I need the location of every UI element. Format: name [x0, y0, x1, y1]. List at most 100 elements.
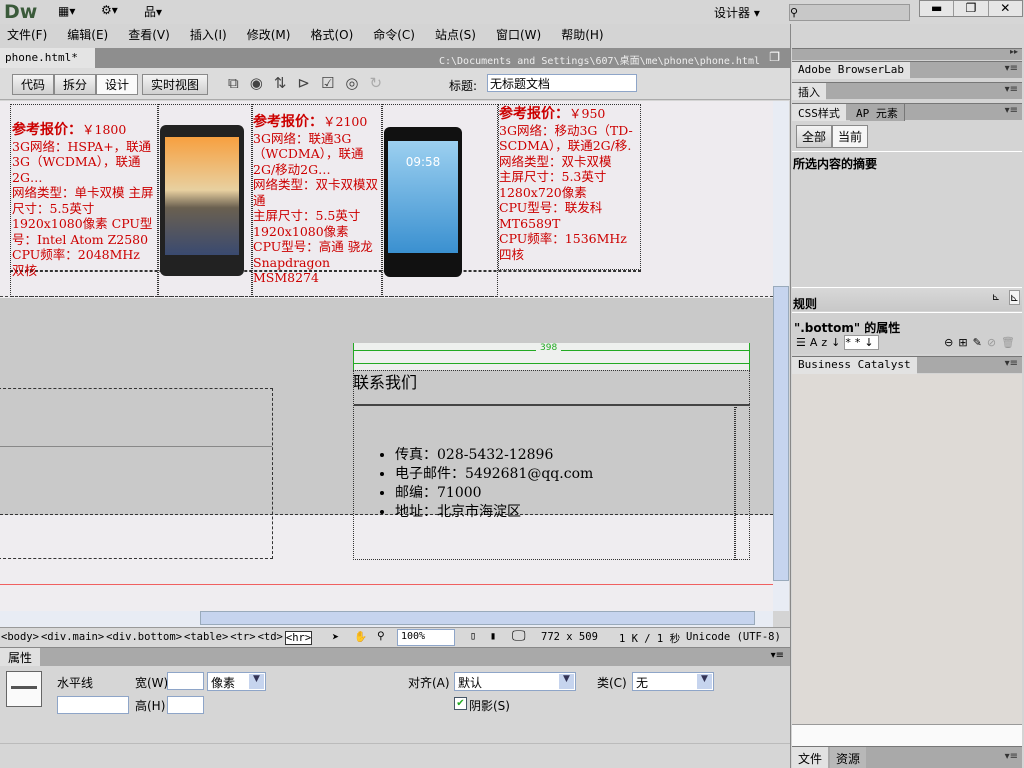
tag-body[interactable]: <body> [1, 631, 39, 645]
hand-tool-icon[interactable]: ✋ [354, 630, 367, 643]
shade-checkbox[interactable]: ✔ [454, 697, 467, 710]
debug-icon[interactable]: ⊳ [297, 74, 321, 92]
preview-globe-icon[interactable]: ◉ [250, 74, 274, 92]
tab-css-styles[interactable]: CSS样式 [792, 104, 846, 121]
menu-help[interactable]: 帮助(H) [561, 28, 603, 42]
panel-menu-icon[interactable]: ▾≡ [1005, 84, 1018, 95]
spec: CPU频率：1536MHz 四核 [499, 231, 627, 262]
panel-menu-icon[interactable]: ▾≡ [771, 650, 784, 661]
site-icon[interactable]: 品▾ [144, 3, 162, 20]
height-input[interactable] [167, 696, 204, 714]
width-value: 398 [536, 343, 562, 353]
minimize-icon[interactable]: ▬ [920, 1, 955, 16]
hr-id-input[interactable] [57, 696, 129, 714]
tag-tr[interactable]: <tr> [230, 631, 255, 645]
pointer-tool-icon[interactable]: ➤ [332, 630, 339, 644]
window-size[interactable]: 772 x 509 [541, 631, 598, 643]
panel-menu-icon[interactable]: ▾≡ [1005, 751, 1018, 762]
show-info-icon[interactable]: ⊾ [1008, 290, 1020, 305]
tab-assets[interactable]: 资源 [830, 747, 867, 768]
phone-size-icon[interactable]: ▯ [470, 630, 476, 642]
tag-div-bottom[interactable]: <div.bottom> [106, 631, 182, 645]
menu-modify[interactable]: 修改(M) [247, 28, 291, 42]
attach-stylesheet-icon[interactable]: ⊖ [944, 336, 958, 349]
menu-insert[interactable]: 插入(I) [190, 28, 227, 42]
align-select[interactable]: 默认 ▼ [454, 672, 576, 691]
tag-hr[interactable]: <hr> [284, 631, 313, 645]
visual-aids-icon[interactable]: ☑ [321, 74, 345, 92]
vertical-scrollbar[interactable] [773, 101, 789, 611]
workspace-switcher[interactable]: 设计器 ▾ [714, 4, 760, 21]
panel-menu-icon[interactable]: ▾≡ [1005, 358, 1018, 369]
split-view-button[interactable]: 拆分 [54, 74, 97, 95]
gear-icon[interactable]: ⚙▾ [101, 3, 118, 17]
current-button[interactable]: 当前 [832, 125, 869, 148]
tab-files[interactable]: 文件 [792, 747, 829, 768]
disable-icon[interactable]: ⊘ [987, 336, 1001, 349]
design-canvas[interactable]: 参考报价：￥1800 3G网络：HSPA+，联通3G（WCDMA），联通2G… 网络… [0, 101, 773, 611]
tab-browserlab[interactable]: Adobe BrowserLab [792, 62, 910, 79]
desktop-size-icon[interactable]: 🖵 [512, 628, 526, 644]
refresh-icon[interactable]: ↻ [370, 74, 394, 92]
collapse-icon[interactable]: ▸▸ [1010, 47, 1018, 56]
title-input[interactable] [487, 74, 637, 92]
properties-pane: ".bottom" 的属性 ☰Az↓**↓ ⊖⊞✎⊘🗑 [792, 312, 1022, 354]
unit-select[interactable]: 像素 ▼ [207, 672, 266, 691]
menu-edit[interactable]: 编辑(E) [67, 28, 108, 42]
trash-icon[interactable]: 🗑 [1001, 336, 1020, 349]
tab-ap-elements[interactable]: AP 元素 [850, 104, 905, 121]
menu-site[interactable]: 站点(S) [435, 28, 476, 42]
close-icon[interactable]: ✕ [989, 1, 1022, 16]
width-input[interactable] [167, 672, 204, 690]
menu-view[interactable]: 查看(V) [128, 28, 170, 42]
class-select[interactable]: 无 ▼ [632, 672, 714, 691]
new-rule-icon[interactable]: ⊞ [958, 336, 972, 349]
cell-border [734, 407, 736, 560]
live-view-button[interactable]: 实时视图 [142, 74, 209, 95]
show-cascade-icon[interactable]: ⊾ [992, 292, 1000, 303]
horizontal-scrollbar[interactable] [0, 611, 773, 627]
restore-icon[interactable]: ❐ [954, 1, 989, 16]
set-properties-icon[interactable]: **↓ [844, 335, 879, 350]
class-value: 无 [636, 676, 649, 690]
alpha-view-icon[interactable]: Az↓ [810, 336, 845, 349]
price-label: 参考报价： [499, 106, 569, 122]
file-manage-icon[interactable]: ⇅ [274, 74, 298, 92]
zoom-tool-icon[interactable]: ⚲ [377, 630, 385, 642]
tag-td[interactable]: <td> [258, 631, 283, 645]
menu-window[interactable]: 窗口(W) [496, 28, 541, 42]
search-icon: ⚲ [790, 6, 799, 19]
tag-div-main[interactable]: <div.main> [41, 631, 104, 645]
workspace-label: 设计器 [714, 6, 751, 20]
tablet-size-icon[interactable]: ▮ [490, 630, 496, 642]
menu-file[interactable]: 文件(F) [7, 28, 47, 42]
check-page-icon[interactable]: ◎ [345, 74, 369, 92]
layout-icon[interactable]: ▦▾ [58, 4, 75, 18]
edit-rule-icon[interactable]: ✎ [973, 336, 987, 349]
tab-phone-html[interactable]: phone.html* ✕ [0, 48, 95, 77]
menu-format[interactable]: 格式(O) [310, 28, 353, 42]
code-view-button[interactable]: 代码 [12, 74, 55, 95]
panel-browserlab: Adobe BrowserLab ▾≡ [792, 61, 1022, 79]
design-view-button[interactable]: 设计 [96, 74, 139, 95]
contact-zip: 邮编：71000 [395, 484, 593, 503]
menu-commands[interactable]: 命令(C) [373, 28, 415, 42]
all-button[interactable]: 全部 [796, 125, 833, 148]
rules-pane: 规则 ⊾ ⊾ [792, 287, 1022, 311]
panel-menu-icon[interactable]: ▾≡ [1005, 63, 1018, 74]
multiscreen-icon[interactable]: ⧉ [228, 74, 250, 92]
tab-business-catalyst[interactable]: Business Catalyst [792, 357, 917, 374]
panel-menu-icon[interactable]: ▾≡ [1005, 105, 1018, 116]
panel-css: CSS样式 AP 元素 ▾≡ [792, 103, 1022, 121]
horizontal-rule[interactable] [354, 404, 750, 406]
tag-table[interactable]: <table> [184, 631, 228, 645]
zoom-select[interactable]: 100% [397, 629, 455, 646]
rules-heading: 规则 [793, 297, 818, 311]
left-box [0, 388, 273, 559]
properties-tab[interactable]: 属性 [0, 648, 41, 666]
category-view-icon[interactable]: ☰ [796, 336, 810, 349]
search-input[interactable]: ⚲ [789, 4, 910, 21]
tab-insert[interactable]: 插入 [792, 83, 826, 100]
restore-doc-icon[interactable]: ❐ [769, 50, 780, 64]
phone-clock: 09:58 [388, 141, 458, 253]
